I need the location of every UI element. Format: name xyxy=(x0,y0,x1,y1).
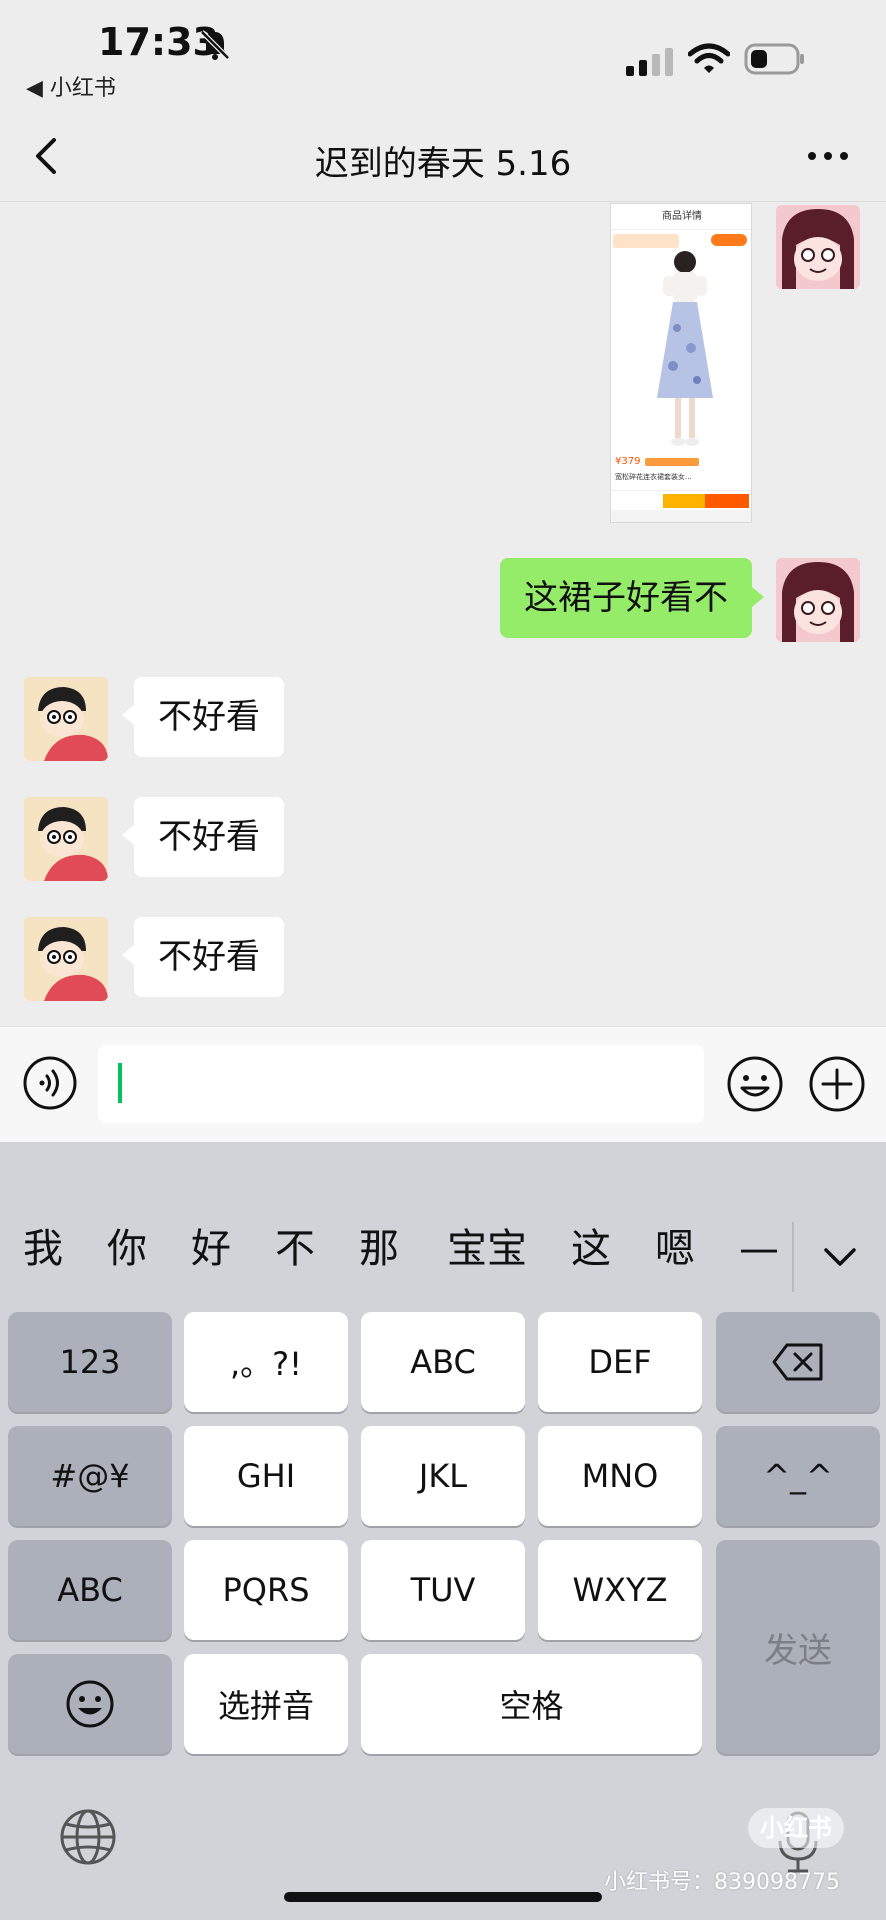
smiley-icon xyxy=(66,1680,114,1728)
key-ghi[interactable]: GHI xyxy=(184,1426,348,1526)
price-tag xyxy=(645,458,699,466)
voice-input-icon[interactable] xyxy=(22,1055,78,1111)
backspace-icon xyxy=(772,1343,823,1381)
message-bubble-me[interactable]: 这裙子好看不 xyxy=(500,558,752,638)
product-price: ¥379 xyxy=(615,456,641,467)
text-caret xyxy=(118,1063,122,1103)
emoji-key[interactable] xyxy=(8,1654,172,1754)
promo-tag xyxy=(613,234,679,248)
candidate-word[interactable]: 那 xyxy=(354,1204,404,1294)
message-input[interactable] xyxy=(98,1045,704,1123)
watermark-badge: 小红书 xyxy=(748,1808,844,1848)
chevron-down-icon[interactable] xyxy=(818,1238,862,1278)
home-indicator[interactable] xyxy=(284,1892,602,1902)
candidate-bar: 我 你 好 不 那 宝宝 这 嗯 — xyxy=(0,1204,886,1294)
bell-muted-icon xyxy=(200,30,230,60)
bubble-tail xyxy=(122,945,134,965)
candidate-word[interactable]: 我 xyxy=(18,1204,68,1294)
shared-image-footer xyxy=(611,490,751,510)
contact-avatar[interactable] xyxy=(24,797,108,881)
add-attachment-icon[interactable] xyxy=(808,1055,866,1113)
message-bubble-other[interactable]: 不好看 xyxy=(134,917,284,997)
contact-avatar[interactable] xyxy=(24,917,108,1001)
message-list: 商品详情 ¥379 宽松碎花连衣裙套装女... 这裙子好看不 不好看 不好看 不… xyxy=(0,203,886,1025)
chat-title: 迟到的春天 5.16 xyxy=(314,144,572,184)
candidate-word[interactable]: 好 xyxy=(186,1204,236,1294)
candidate-separator xyxy=(792,1222,794,1292)
my-avatar[interactable] xyxy=(776,205,860,289)
key-mno[interactable]: MNO xyxy=(538,1426,702,1526)
back-to-app-link[interactable]: ◀ 小红书 xyxy=(26,70,116,102)
message-bubble-other[interactable]: 不好看 xyxy=(134,677,284,757)
candidate-word[interactable]: 宝宝 xyxy=(442,1204,532,1294)
candidate-word[interactable]: 这 xyxy=(566,1204,616,1294)
message-bubble-other[interactable]: 不好看 xyxy=(134,797,284,877)
send-key[interactable]: 发送 xyxy=(716,1540,880,1754)
key-symbols[interactable]: #@¥ xyxy=(8,1426,172,1526)
chat-header: 迟到的春天 5.16 xyxy=(0,110,886,202)
candidate-word[interactable]: 你 xyxy=(102,1204,152,1294)
shared-image-message[interactable]: 商品详情 ¥379 宽松碎花连衣裙套装女... xyxy=(610,203,752,523)
more-options-icon[interactable] xyxy=(800,136,856,176)
key-english[interactable]: ABC xyxy=(8,1540,172,1640)
status-bar: 17:33 ◀ 小红书 xyxy=(0,0,886,110)
bubble-tail xyxy=(752,587,764,607)
product-line: 宽松碎花连衣裙套装女... xyxy=(615,473,692,481)
candidate-word[interactable]: — xyxy=(734,1204,784,1294)
wifi-icon xyxy=(688,43,730,73)
promo-button xyxy=(711,234,747,246)
bubble-tail xyxy=(122,705,134,725)
send-key-label: 发送 xyxy=(764,1630,832,1671)
delete-key[interactable] xyxy=(716,1312,880,1412)
key-wxyz[interactable]: WXYZ xyxy=(538,1540,702,1640)
android-nav-bar xyxy=(611,510,751,522)
candidate-word[interactable]: 不 xyxy=(270,1204,320,1294)
key-pqrs[interactable]: PQRS xyxy=(184,1540,348,1640)
key-abc[interactable]: ABC xyxy=(361,1312,525,1412)
key-jkl[interactable]: JKL xyxy=(361,1426,525,1526)
key-kaomoji[interactable]: ^_^ xyxy=(716,1426,880,1526)
shared-image-header: 商品详情 xyxy=(611,204,751,230)
key-tuv[interactable]: TUV xyxy=(361,1540,525,1640)
key-select-pinyin[interactable]: 选拼音 xyxy=(184,1654,348,1754)
dress-model-image xyxy=(657,251,713,446)
contact-avatar[interactable] xyxy=(24,677,108,761)
bubble-tail xyxy=(122,825,134,845)
key-punctuation[interactable]: ,。?! xyxy=(184,1312,348,1412)
watermark-text: 小红书号：839098775 xyxy=(604,1870,840,1895)
globe-icon[interactable] xyxy=(58,1807,118,1867)
my-avatar[interactable] xyxy=(776,558,860,642)
space-key[interactable]: 空格 xyxy=(361,1654,702,1754)
cellular-signal-icon xyxy=(626,48,673,76)
pinyin-keyboard: 我 你 好 不 那 宝宝 这 嗯 — 123 ,。?! ABC DEF #@¥ … xyxy=(0,1142,886,1920)
battery-icon xyxy=(744,43,804,75)
composer-bar xyxy=(0,1026,886,1142)
candidate-word[interactable]: 嗯 xyxy=(650,1204,700,1294)
emoji-icon[interactable] xyxy=(726,1055,784,1113)
key-def[interactable]: DEF xyxy=(538,1312,702,1412)
key-123[interactable]: 123 xyxy=(8,1312,172,1412)
